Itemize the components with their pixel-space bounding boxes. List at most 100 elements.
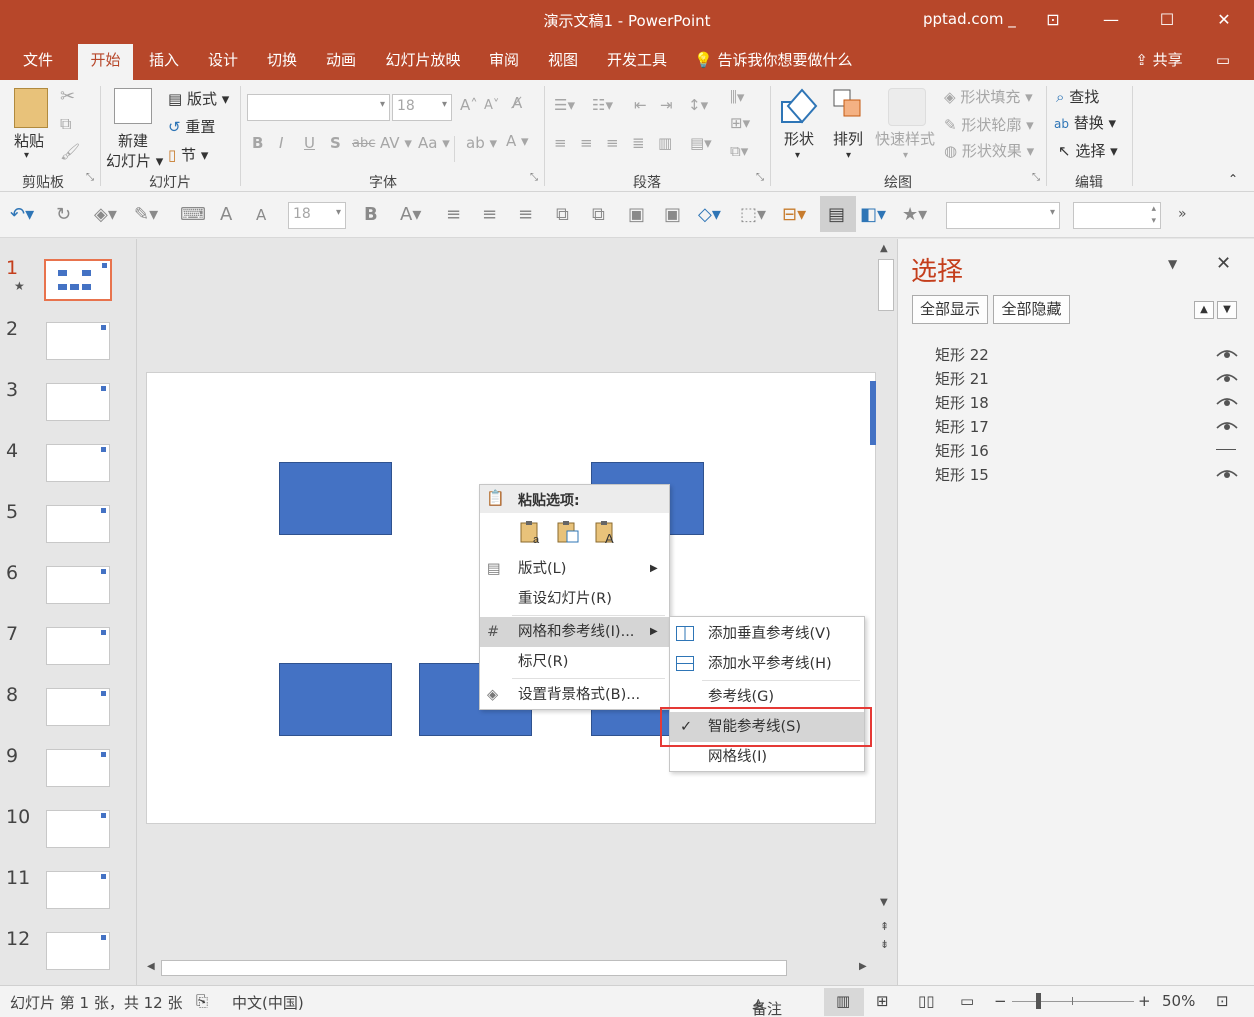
menu-item-add-horizontal-guide[interactable]: 添加水平参考线(H) bbox=[670, 649, 864, 679]
zoom-slider[interactable] bbox=[1012, 993, 1134, 1009]
shapes-button[interactable]: 形状 bbox=[784, 128, 814, 149]
account-name[interactable]: pptad.com _ bbox=[923, 10, 1016, 28]
vertical-scrollbar[interactable]: ▲ ▼ bbox=[876, 239, 896, 914]
share-button[interactable]: ⇪ 共享 bbox=[1126, 48, 1192, 80]
scroll-down-icon[interactable]: ▼ bbox=[880, 897, 888, 908]
grow-font-icon[interactable]: A˄ bbox=[460, 96, 478, 114]
qat-align-left-icon[interactable]: ≡ bbox=[446, 204, 461, 225]
align-text-icon[interactable]: ⊞▾ bbox=[730, 114, 750, 132]
shapes-dropdown-icon[interactable]: ▾ bbox=[795, 150, 800, 161]
scroll-thumb[interactable] bbox=[878, 259, 894, 311]
slide-thumbnail[interactable] bbox=[46, 932, 110, 970]
paste-icon[interactable] bbox=[14, 88, 48, 128]
line-color-icon[interactable]: ✎▾ bbox=[134, 204, 158, 225]
menu-item-ruler[interactable]: 标尺(R) bbox=[480, 647, 669, 677]
smartart-icon[interactable]: ⧉▾ bbox=[730, 142, 748, 160]
tell-me-box[interactable]: 💡 告诉我你想要做什么 bbox=[694, 48, 864, 80]
new-slide-icon[interactable] bbox=[114, 88, 152, 124]
find-button[interactable]: ⌕ 查找 bbox=[1056, 86, 1099, 107]
tab-developer[interactable]: 开发工具 bbox=[598, 48, 676, 80]
distributed-icon[interactable]: ▥ bbox=[658, 134, 672, 152]
menu-item-grid-guides[interactable]: # 网格和参考线(I)... ▶ bbox=[480, 617, 669, 647]
clear-format-icon[interactable]: A̸ bbox=[512, 94, 522, 112]
cut-icon[interactable]: ✂ bbox=[60, 86, 75, 107]
normal-view-button[interactable]: ▥ bbox=[824, 988, 864, 1016]
bring-forward-icon[interactable]: ⧉ bbox=[556, 204, 569, 225]
slide-thumbnail[interactable] bbox=[46, 627, 110, 665]
italic-icon[interactable]: I bbox=[279, 134, 283, 152]
zoom-out-icon[interactable]: − bbox=[994, 992, 1007, 1010]
slide-thumbnail[interactable] bbox=[46, 871, 110, 909]
prev-next-slide-icons[interactable]: ⇞ ⇟ bbox=[880, 918, 889, 954]
align-right-icon[interactable]: ≡ bbox=[606, 134, 619, 152]
send-backward-button[interactable]: ▼ bbox=[1217, 301, 1237, 319]
strikethrough-icon[interactable]: abc bbox=[352, 136, 375, 151]
text-shadow-icon[interactable]: S bbox=[330, 134, 341, 152]
tab-review[interactable]: 审阅 bbox=[480, 48, 528, 80]
tab-animations[interactable]: 动画 bbox=[317, 48, 365, 80]
new-slide-label[interactable]: 新建 bbox=[118, 130, 148, 151]
qat-spinner-input[interactable]: ▴ ▾ bbox=[1073, 202, 1161, 229]
qat-align-center-icon[interactable]: ≡ bbox=[482, 204, 497, 225]
select-region-icon[interactable]: ⬚▾ bbox=[740, 204, 766, 225]
align-objects-icon[interactable]: ⊟▾ bbox=[782, 204, 806, 225]
font-color-icon[interactable]: A ▾ bbox=[506, 132, 529, 150]
select-button[interactable]: ↖ 选择 ▾ bbox=[1058, 140, 1118, 161]
show-all-button[interactable]: 全部显示 bbox=[912, 295, 988, 324]
quick-styles-icon[interactable] bbox=[888, 88, 926, 126]
collapse-ribbon-icon[interactable]: ⌃ bbox=[1228, 172, 1238, 186]
menu-item-format-background[interactable]: ◈ 设置背景格式(B)... bbox=[480, 680, 669, 710]
bullets-icon[interactable]: ☰▾ bbox=[554, 96, 575, 114]
align-center-icon[interactable]: ≡ bbox=[580, 134, 593, 152]
font-name-combo[interactable]: ▾ bbox=[247, 94, 390, 121]
paragraph-launcher-icon[interactable]: ⤡ bbox=[756, 172, 764, 183]
decrease-indent-icon[interactable]: ⇤ bbox=[634, 96, 647, 114]
shape-fill-button[interactable]: ◈ 形状填充 ▾ bbox=[944, 86, 1033, 107]
eye-icon[interactable] bbox=[1216, 420, 1238, 432]
change-case-icon[interactable]: Aa ▾ bbox=[418, 134, 450, 152]
underline-icon[interactable]: U bbox=[304, 134, 315, 152]
rectangle-shape[interactable] bbox=[279, 663, 392, 736]
bring-forward-button[interactable]: ▲ bbox=[1194, 301, 1214, 319]
slide-thumbnail[interactable] bbox=[46, 566, 110, 604]
new-slide-button[interactable]: 幻灯片 ▾ bbox=[106, 150, 163, 171]
qat-font-combo[interactable]: ▾ bbox=[946, 202, 1060, 229]
copy-icon[interactable]: ⧉ bbox=[60, 114, 71, 134]
horizontal-scrollbar[interactable]: ◀ ▶ bbox=[143, 958, 873, 978]
tab-design[interactable]: 设计 bbox=[199, 48, 247, 80]
spellcheck-icon[interactable]: ⎘ bbox=[196, 992, 208, 1010]
qat-font-size-combo[interactable]: 18 ▾ bbox=[288, 202, 346, 229]
send-to-back-icon[interactable]: ▣ bbox=[664, 204, 681, 225]
ribbon-display-options-icon[interactable]: ⊡ bbox=[1038, 8, 1068, 32]
columns-icon[interactable]: ▤▾ bbox=[690, 134, 712, 152]
highlight-icon[interactable]: ab ▾ bbox=[466, 134, 497, 152]
shrink-font-icon[interactable]: A˅ bbox=[484, 98, 499, 113]
qat-align-right-icon[interactable]: ≡ bbox=[518, 204, 533, 225]
rectangle-shape[interactable] bbox=[279, 462, 392, 535]
arrange-icon[interactable] bbox=[832, 88, 866, 126]
slide-thumbnail[interactable] bbox=[46, 322, 110, 360]
tab-slideshow[interactable]: 幻灯片放映 bbox=[378, 48, 468, 80]
comments-icon[interactable]: ▭ bbox=[1208, 48, 1238, 80]
section-button[interactable]: ▯ 节 ▾ bbox=[168, 144, 208, 165]
fill-color-icon[interactable]: ◈▾ bbox=[94, 204, 117, 225]
pane-options-icon[interactable]: ▼ bbox=[1168, 257, 1177, 271]
selection-pane-toggle[interactable]: ▤ bbox=[820, 196, 856, 232]
layout-button[interactable]: ▤ 版式 ▾ bbox=[168, 88, 229, 109]
qat-shrink-font-icon[interactable]: A bbox=[256, 206, 266, 224]
menu-item-layout[interactable]: ▤ 版式(L) ▶ bbox=[480, 554, 669, 584]
eye-icon[interactable] bbox=[1216, 396, 1238, 408]
slide-thumbnail[interactable] bbox=[44, 259, 112, 301]
more-commands-icon[interactable]: » bbox=[1178, 206, 1187, 222]
scroll-thumb[interactable] bbox=[161, 960, 787, 976]
eye-icon[interactable] bbox=[1216, 348, 1238, 360]
increase-indent-icon[interactable]: ⇥ bbox=[660, 96, 673, 114]
drawing-launcher-icon[interactable]: ⤡ bbox=[1032, 172, 1040, 183]
shapes-icon[interactable] bbox=[780, 88, 818, 126]
slide-thumbnail[interactable] bbox=[46, 688, 110, 726]
tab-home[interactable]: 开始 bbox=[78, 44, 133, 80]
justify-icon[interactable]: ≣ bbox=[632, 134, 645, 152]
paste-use-destination-theme-icon[interactable]: a bbox=[518, 519, 544, 546]
scroll-up-icon[interactable]: ▲ bbox=[880, 243, 888, 254]
paste-picture-icon[interactable] bbox=[555, 519, 581, 545]
